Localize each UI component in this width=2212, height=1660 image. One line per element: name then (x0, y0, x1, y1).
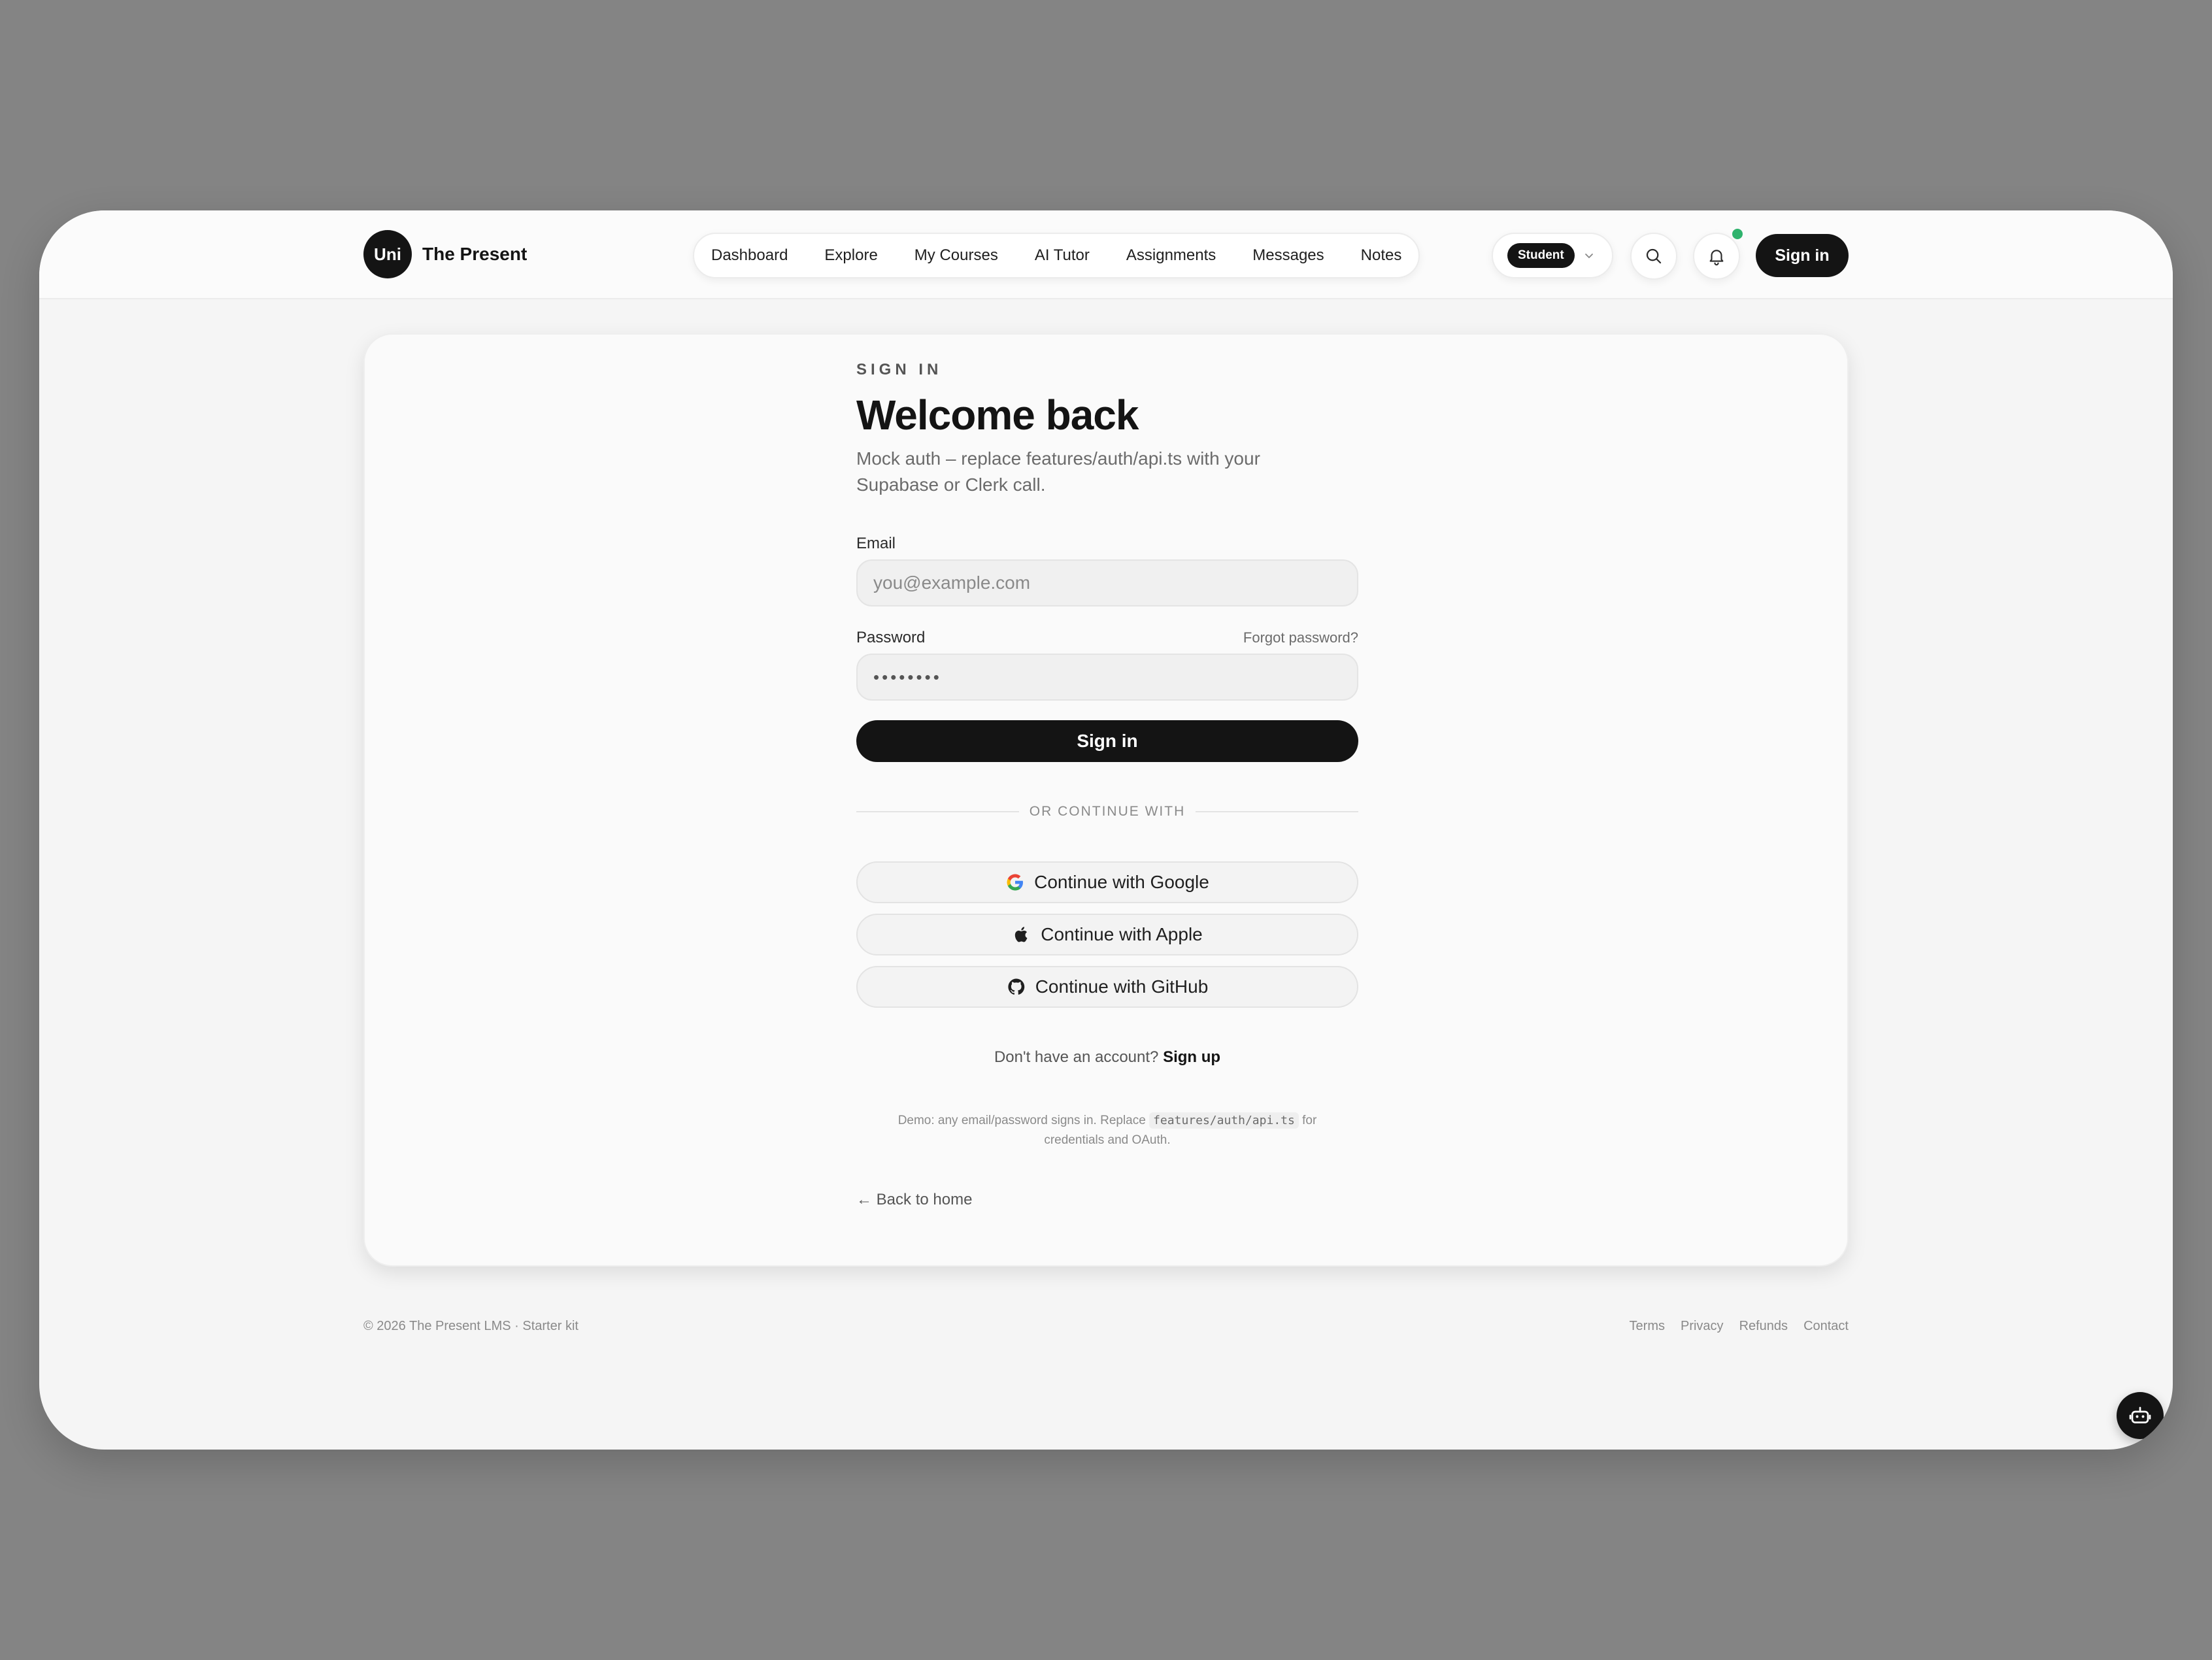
divider-label: OR CONTINUE WITH (1029, 804, 1186, 819)
email-label: Email (856, 535, 896, 552)
role-switcher[interactable]: Student (1492, 233, 1613, 278)
form-eyebrow: SIGN IN (856, 361, 943, 378)
email-field[interactable]: you@example.com (856, 559, 1358, 606)
notifications-button[interactable] (1693, 233, 1740, 280)
password-field[interactable]: •••••••• (856, 654, 1358, 701)
password-label-row: Password Forgot password? (856, 629, 1358, 647)
page-title: Welcome back (856, 391, 1139, 439)
google-signin-button[interactable]: Continue with Google (856, 861, 1358, 903)
brand-logo[interactable]: Uni The Present (363, 230, 527, 278)
signup-prompt: Don't have an account? Sign up (856, 1048, 1358, 1067)
nav-item-notes[interactable]: Notes (1361, 246, 1402, 265)
demo-note-code: features/auth/api.ts (1149, 1112, 1299, 1129)
google-signin-label: Continue with Google (1034, 872, 1209, 892)
demo-note: Demo: any email/password signs in. Repla… (872, 1111, 1343, 1150)
nav-item-assignments[interactable]: Assignments (1126, 246, 1216, 265)
nav-item-messages[interactable]: Messages (1252, 246, 1324, 265)
bell-icon (1709, 250, 1724, 266)
header-signin-button[interactable]: Sign in (1756, 234, 1849, 277)
brand-name: The Present (422, 244, 528, 264)
apple-icon (1015, 927, 1028, 942)
google-icon (1007, 874, 1024, 891)
signin-card: SIGN IN Welcome back Mock auth – replace… (363, 333, 1849, 1267)
back-to-home-link[interactable]: ← Back to home (856, 1191, 1358, 1209)
or-divider: OR CONTINUE WITH (856, 804, 1359, 820)
password-label: Password (856, 629, 926, 646)
nav-item-explore[interactable]: Explore (824, 246, 877, 265)
social-buttons: Continue with Google Continue with Apple… (856, 861, 1358, 1008)
footer-link-terms[interactable]: Terms (1630, 1319, 1665, 1334)
notification-dot (1732, 229, 1743, 239)
app-window: Uni The Present Dashboard Explore My Cou… (39, 210, 2173, 1450)
footer-link-privacy[interactable]: Privacy (1681, 1319, 1724, 1334)
footer-link-contact[interactable]: Contact (1803, 1319, 1849, 1334)
footer-link-refunds[interactable]: Refunds (1739, 1319, 1788, 1334)
nav-item-my-courses[interactable]: My Courses (914, 246, 998, 265)
page-subtitle: Mock auth – replace features/auth/api.ts… (856, 448, 1260, 495)
github-icon (1008, 978, 1024, 995)
nav-item-dashboard[interactable]: Dashboard (711, 246, 788, 265)
footer-copyright: © 2026 The Present LMS · Starter kit (363, 1319, 578, 1333)
nav-item-ai-tutor[interactable]: AI Tutor (1035, 246, 1090, 265)
divider-line-left (856, 811, 1019, 812)
github-signin-button[interactable]: Continue with GitHub (856, 966, 1358, 1008)
footer-links: Terms Privacy Refunds Contact (1630, 1319, 1849, 1334)
github-signin-label: Continue with GitHub (1035, 976, 1209, 997)
search-button[interactable] (1630, 233, 1677, 280)
apple-signin-label: Continue with Apple (1041, 924, 1203, 944)
signin-form: SIGN IN Welcome back Mock auth – replace… (856, 361, 1359, 1209)
demo-note-prefix: Demo: any email/password signs in. Repla… (897, 1114, 1146, 1127)
signup-link[interactable]: Sign up (1163, 1048, 1220, 1066)
search-icon (1646, 248, 1662, 264)
main-nav: Dashboard Explore My Courses AI Tutor As… (693, 233, 1420, 278)
robot-icon (2129, 1406, 2151, 1423)
signin-submit-button[interactable]: Sign in (856, 720, 1358, 762)
apple-signin-button[interactable]: Continue with Apple (856, 914, 1358, 955)
forgot-password-link[interactable]: Forgot password? (1243, 629, 1358, 646)
signup-prompt-text: Don't have an account? (994, 1048, 1159, 1066)
assistant-bot-button[interactable] (2117, 1392, 2164, 1439)
divider-line-right (1196, 811, 1359, 812)
brand-badge: Uni (363, 230, 412, 278)
role-badge: Student (1507, 243, 1575, 268)
top-header: Uni The Present Dashboard Explore My Cou… (39, 210, 2173, 299)
chevron-down-icon (1584, 254, 1593, 258)
